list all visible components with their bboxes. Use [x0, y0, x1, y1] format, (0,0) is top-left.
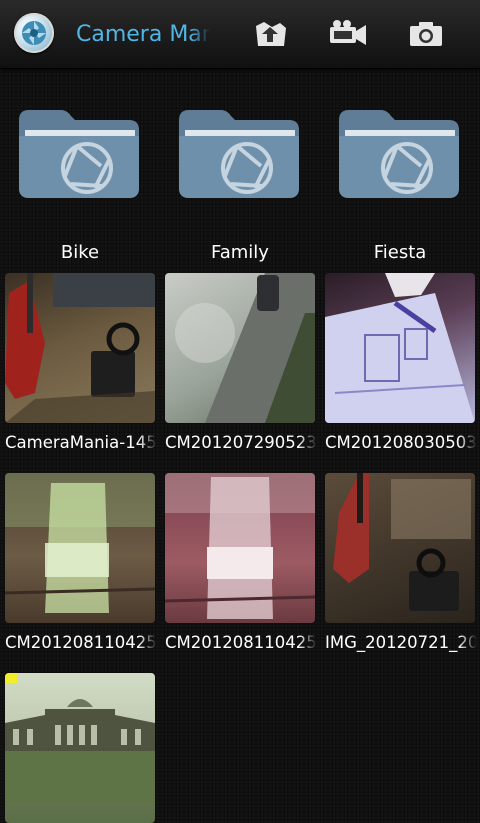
photo-image [5, 273, 155, 423]
folder-icon [179, 110, 299, 198]
folder-icon [19, 110, 139, 198]
photo-caption: CM201208030503 [325, 433, 477, 452]
folder-bike[interactable]: Bike [15, 80, 145, 263]
photo-thumbnail[interactable] [325, 273, 475, 423]
camera-button[interactable] [402, 14, 450, 54]
photo-thumbnail[interactable] [165, 273, 315, 423]
photo-thumbnail[interactable] [165, 473, 315, 623]
photo-caption: CM201207290523 [165, 433, 317, 452]
action-bar: Camera Mania [0, 0, 480, 69]
photo-caption: CameraMania-145 [5, 433, 157, 452]
folder-fiesta[interactable]: Fiesta [335, 80, 465, 263]
folder-family[interactable]: Family [175, 80, 305, 263]
photo-caption: CM201208110425 [165, 633, 317, 652]
photo-caption: IMG_20120721_20 [325, 633, 477, 652]
photo-thumbnail[interactable] [5, 673, 155, 823]
photo-thumbnail[interactable] [5, 273, 155, 423]
folder-label: Bike [60, 242, 100, 263]
folder-label: Fiesta [373, 242, 427, 263]
photo-thumbnail[interactable] [325, 473, 475, 623]
photo-image [5, 473, 155, 613]
video-button[interactable] [324, 14, 372, 54]
folder-icon [339, 110, 459, 198]
photo-image [325, 273, 475, 423]
app-title: Camera Mania [76, 22, 210, 47]
photo-image [5, 673, 155, 803]
photo-image [165, 473, 315, 619]
photo-thumbnail[interactable] [5, 473, 155, 623]
share-icon [256, 22, 286, 46]
photo-image [175, 273, 315, 423]
share-button[interactable] [246, 14, 294, 54]
photo-image [333, 473, 471, 611]
camera-icon [410, 22, 442, 46]
app-logo-icon[interactable] [14, 13, 54, 53]
video-camera-icon [330, 20, 366, 45]
photo-caption: CM201208110425 [5, 633, 157, 652]
folder-label: Family [211, 242, 269, 263]
